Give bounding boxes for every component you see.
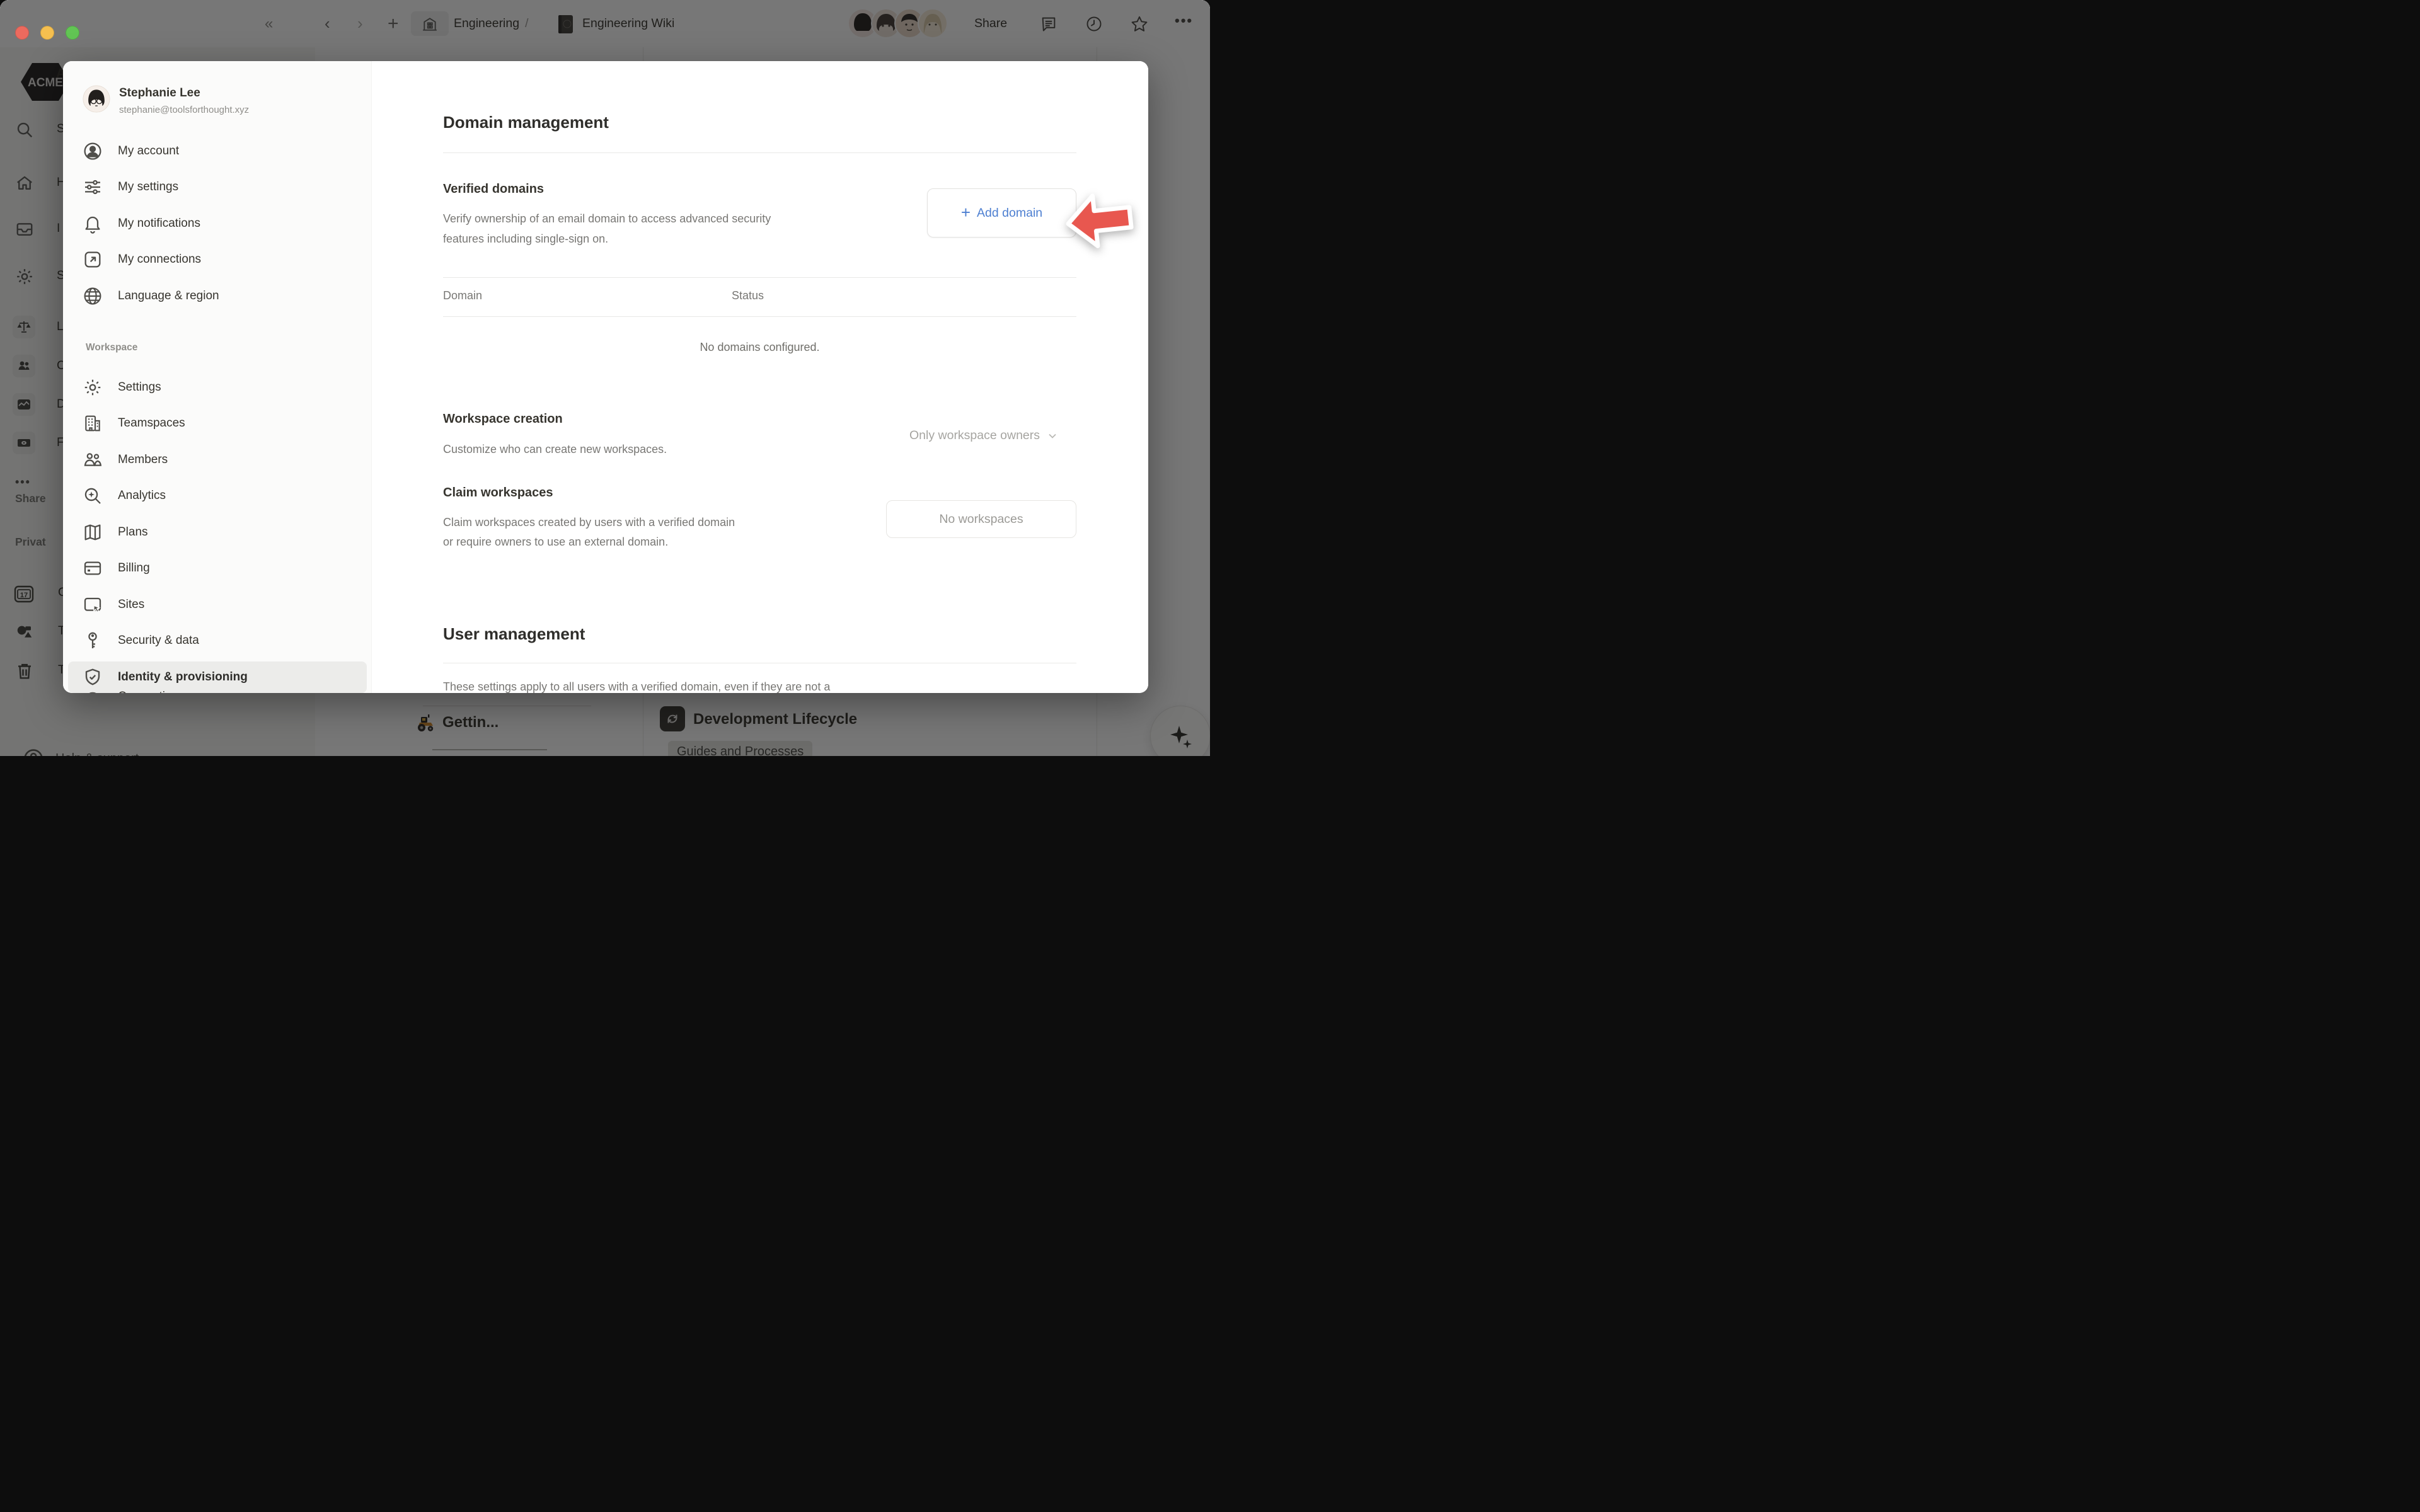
user-email: stephanie@toolsforthought.xyz bbox=[119, 105, 249, 115]
sidebar-item-language-region[interactable]: Language & region bbox=[68, 280, 367, 312]
sidebar-item-my-notifications[interactable]: My notifications bbox=[68, 208, 367, 239]
sidebar-item-analytics[interactable]: Analytics bbox=[68, 480, 367, 512]
account-header: Stephanie Lee stephanie@toolsforthought.… bbox=[83, 85, 249, 115]
app-window: « ‹ › + Engineering / Engineering Wiki bbox=[0, 0, 1210, 756]
sidebar-item-my-connections[interactable]: My connections bbox=[68, 244, 367, 275]
people-icon bbox=[83, 450, 103, 470]
add-domain-button[interactable]: + Add domain bbox=[927, 188, 1076, 238]
workspace-creation-heading: Workspace creation bbox=[443, 412, 563, 427]
building-icon bbox=[83, 413, 103, 433]
close-window-button[interactable] bbox=[15, 26, 29, 40]
settings-sidebar: Stephanie Lee stephanie@toolsforthought.… bbox=[63, 61, 372, 693]
user-name: Stephanie Lee bbox=[119, 86, 249, 100]
sidebar-item-my-settings[interactable]: My settings bbox=[68, 171, 367, 203]
divider bbox=[443, 152, 1076, 153]
verified-domains-description: Verify ownership of an email domain to a… bbox=[443, 209, 796, 249]
table-top-border bbox=[443, 277, 1076, 278]
page-title: Domain management bbox=[443, 113, 609, 132]
workspace-creation-description: Customize who can create new workspaces. bbox=[443, 439, 667, 459]
workspace-section-label: Workspace bbox=[86, 342, 137, 353]
settings-content: Domain management Verified domains Verif… bbox=[372, 61, 1148, 693]
sidebar-item-my-account[interactable]: My account bbox=[68, 135, 367, 167]
sidebar-item-settings[interactable]: Settings bbox=[68, 372, 367, 403]
map-icon bbox=[83, 522, 103, 542]
table-header-border bbox=[443, 316, 1076, 317]
credit-card-icon bbox=[83, 558, 103, 578]
empty-table-message: No domains configured. bbox=[443, 341, 1076, 354]
circle-icon bbox=[83, 690, 103, 693]
table-header-domain: Domain bbox=[443, 289, 482, 302]
verified-domains-heading: Verified domains bbox=[443, 182, 544, 197]
globe-icon bbox=[83, 286, 103, 306]
user-avatar bbox=[83, 85, 110, 113]
sidebar-item-partial[interactable]: Connections bbox=[68, 685, 367, 693]
sidebar-item-security-data[interactable]: Security & data bbox=[68, 625, 367, 656]
sidebar-item-members[interactable]: Members bbox=[68, 444, 367, 476]
annotation-arrow-icon bbox=[1061, 185, 1138, 258]
arrow-up-right-square-icon bbox=[83, 249, 103, 270]
minimize-window-button[interactable] bbox=[40, 26, 54, 40]
person-circle-icon bbox=[83, 141, 103, 161]
key-icon bbox=[83, 631, 103, 651]
bell-icon bbox=[83, 214, 103, 234]
claim-workspaces-description: Claim workspaces created by users with a… bbox=[443, 513, 739, 552]
settings-modal: Stephanie Lee stephanie@toolsforthought.… bbox=[63, 61, 1148, 693]
sidebar-item-billing[interactable]: Billing bbox=[68, 553, 367, 584]
plus-icon: + bbox=[961, 203, 971, 222]
table-header-status: Status bbox=[732, 289, 764, 302]
maximize-window-button[interactable] bbox=[66, 26, 79, 40]
workspace-creation-dropdown[interactable]: Only workspace owners bbox=[909, 428, 1057, 443]
user-management-note: These settings apply to all users with a… bbox=[443, 680, 830, 693]
magnifier-sparkle-icon bbox=[83, 486, 103, 506]
sliders-icon bbox=[83, 177, 103, 197]
chevron-down-icon bbox=[1047, 431, 1057, 441]
sidebar-item-plans[interactable]: Plans bbox=[68, 517, 367, 548]
traffic-lights bbox=[15, 26, 79, 40]
sidebar-item-teamspaces[interactable]: Teamspaces bbox=[68, 408, 367, 439]
no-workspaces-button[interactable]: No workspaces bbox=[886, 500, 1076, 538]
claim-workspaces-heading: Claim workspaces bbox=[443, 486, 553, 500]
browser-cursor-icon bbox=[83, 595, 103, 615]
sidebar-item-sites[interactable]: Sites bbox=[68, 589, 367, 621]
user-management-heading: User management bbox=[443, 624, 585, 644]
gear-icon bbox=[83, 377, 103, 398]
